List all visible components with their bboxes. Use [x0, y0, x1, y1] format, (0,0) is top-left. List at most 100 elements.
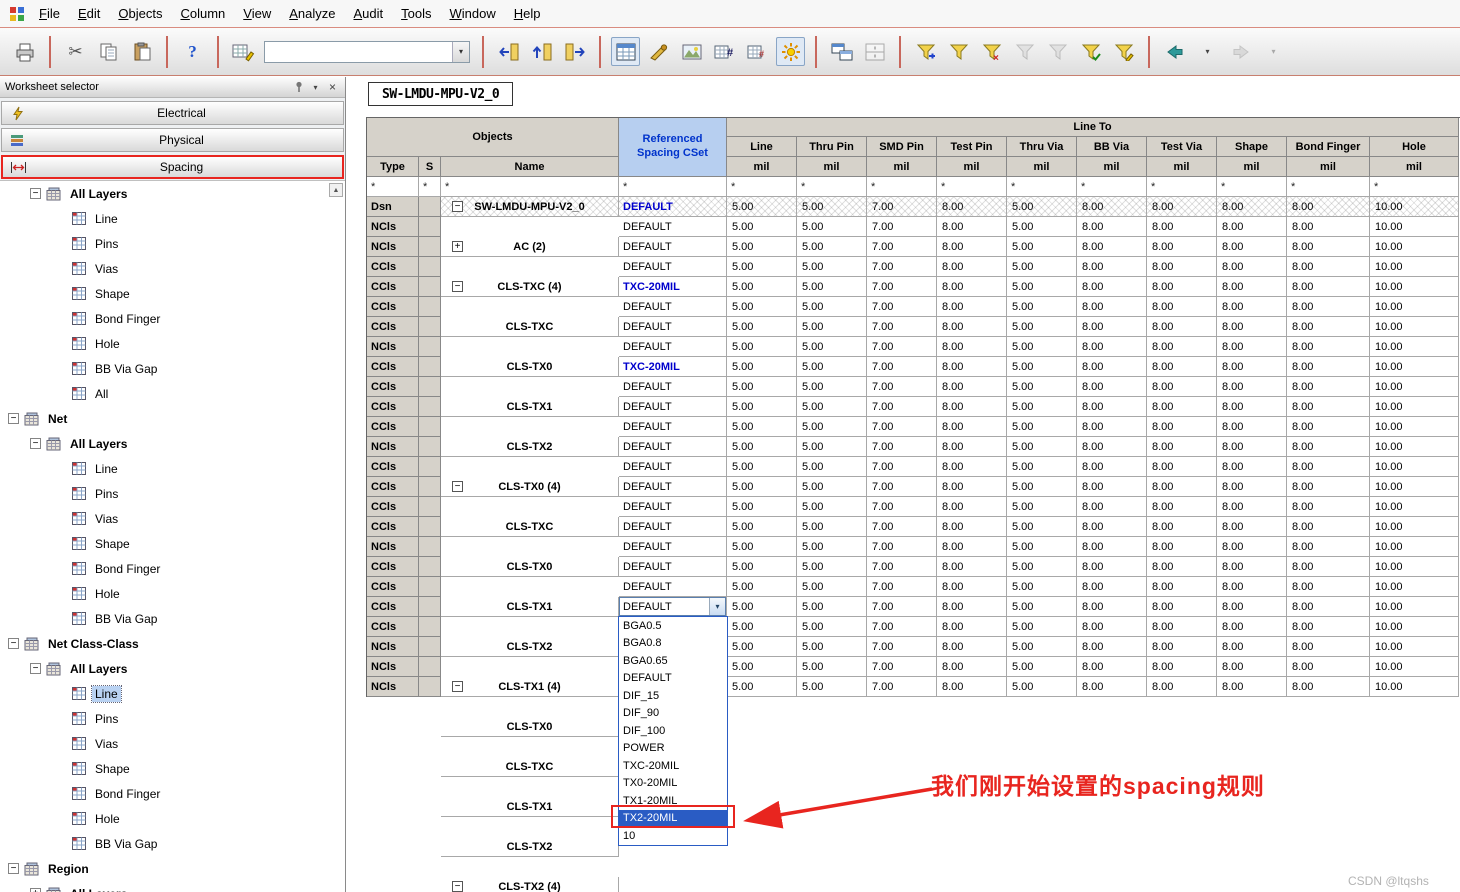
value-cell[interactable]: 5.00	[727, 397, 797, 417]
spacing-cset-cell[interactable]: DEFAULT	[619, 437, 727, 457]
menu-analyze[interactable]: Analyze	[280, 2, 344, 25]
value-cell[interactable]: 10.00	[1370, 577, 1459, 597]
value-cell[interactable]: 8.00	[1077, 377, 1147, 397]
name-cell[interactable]: CLS-TX2	[441, 837, 619, 857]
name-cell[interactable]: CLS-TX2	[441, 637, 619, 657]
name-cell[interactable]: −CLS-TX1 (4)	[441, 677, 619, 697]
value-cell[interactable]: 8.00	[1217, 497, 1287, 517]
filter-cell[interactable]: *	[1147, 177, 1217, 197]
value-cell[interactable]: 10.00	[1370, 617, 1459, 637]
spacing-cset-cell[interactable]: DEFAULT	[619, 537, 727, 557]
status-cell[interactable]	[419, 597, 441, 617]
value-cell[interactable]: 5.00	[797, 277, 867, 297]
value-cell[interactable]: 10.00	[1370, 277, 1459, 297]
name-cell[interactable]: −CLS-TX2 (4)	[441, 877, 619, 892]
filter-cell[interactable]: *	[619, 177, 727, 197]
value-cell[interactable]: 10.00	[1370, 677, 1459, 697]
value-cell[interactable]: 10.00	[1370, 217, 1459, 237]
value-cell[interactable]: 5.00	[797, 317, 867, 337]
value-cell[interactable]: 8.00	[1147, 577, 1217, 597]
value-cell[interactable]: 5.00	[797, 377, 867, 397]
dropdown-item-default[interactable]: DEFAULT	[619, 670, 727, 688]
value-cell[interactable]: 5.00	[797, 557, 867, 577]
value-cell[interactable]: 5.00	[727, 197, 797, 217]
value-cell[interactable]: 8.00	[937, 497, 1007, 517]
type-cell[interactable]: CCls	[367, 497, 419, 517]
value-cell[interactable]: 8.00	[1147, 197, 1217, 217]
value-cell[interactable]: 10.00	[1370, 517, 1459, 537]
name-cell[interactable]: −CLS-TXC (4)	[441, 277, 619, 297]
tree-node-shape[interactable]: Shape	[0, 756, 345, 781]
value-cell[interactable]: 8.00	[1217, 637, 1287, 657]
value-cell[interactable]: 8.00	[1077, 357, 1147, 377]
value-cell[interactable]: 7.00	[867, 657, 937, 677]
value-cell[interactable]: 10.00	[1370, 477, 1459, 497]
value-cell[interactable]: 8.00	[1217, 417, 1287, 437]
collapse-icon[interactable]: −	[452, 681, 463, 692]
value-cell[interactable]: 10.00	[1370, 197, 1459, 217]
filter-cell[interactable]: *	[1370, 177, 1459, 197]
type-cell[interactable]: Dsn	[367, 197, 419, 217]
type-cell[interactable]: CCls	[367, 417, 419, 437]
value-cell[interactable]: 8.00	[1147, 357, 1217, 377]
value-cell[interactable]: 5.00	[727, 317, 797, 337]
value-cell[interactable]: 5.00	[727, 457, 797, 477]
value-cell[interactable]: 8.00	[1077, 477, 1147, 497]
tree-node-net-class-class[interactable]: −Net Class-Class	[0, 631, 345, 656]
value-cell[interactable]: 8.00	[937, 577, 1007, 597]
value-cell[interactable]: 8.00	[1147, 297, 1217, 317]
value-cell[interactable]: 10.00	[1370, 337, 1459, 357]
status-cell[interactable]	[419, 377, 441, 397]
value-cell[interactable]: 8.00	[1147, 557, 1217, 577]
spacing-cset-cell[interactable]: DEFAULT	[619, 217, 727, 237]
value-cell[interactable]: 5.00	[727, 277, 797, 297]
value-cell[interactable]: 8.00	[1077, 337, 1147, 357]
spacing-cset-cell[interactable]: DEFAULT	[619, 577, 727, 597]
value-cell[interactable]: 8.00	[1147, 637, 1217, 657]
worksheet-search-combo[interactable]: ▾	[264, 41, 470, 63]
name-cell[interactable]: CLS-TXC	[441, 317, 619, 337]
spacing-cset-cell[interactable]: TXC-20MIL	[619, 357, 727, 377]
color-view-icon[interactable]	[677, 37, 706, 66]
value-cell[interactable]: 8.00	[1217, 657, 1287, 677]
value-cell[interactable]: 5.00	[727, 377, 797, 397]
spacing-cset-cell[interactable]: DEFAULT	[619, 517, 727, 537]
dropdown-item-tx0-20mil[interactable]: TX0-20MIL	[619, 775, 727, 793]
tree-node-vias[interactable]: Vias	[0, 256, 345, 281]
filter-cell[interactable]: *	[727, 177, 797, 197]
value-cell[interactable]: 8.00	[1287, 237, 1370, 257]
dropdown-item-bga0.5[interactable]: BGA0.5	[619, 617, 727, 635]
chevron-down-icon[interactable]: ▾	[308, 80, 323, 95]
value-cell[interactable]: 5.00	[727, 357, 797, 377]
filter-apply-icon[interactable]	[1076, 37, 1105, 66]
value-cell[interactable]: 8.00	[1077, 497, 1147, 517]
value-cell[interactable]: 8.00	[1217, 577, 1287, 597]
status-cell[interactable]	[419, 397, 441, 417]
value-cell[interactable]: 8.00	[1217, 317, 1287, 337]
show-numbers-icon[interactable]: #	[710, 37, 739, 66]
value-cell[interactable]: 5.00	[727, 557, 797, 577]
menu-column[interactable]: Column	[171, 2, 234, 25]
back-icon[interactable]	[1160, 37, 1189, 66]
value-cell[interactable]: 8.00	[1147, 337, 1217, 357]
analysis-tool-icon[interactable]	[644, 37, 673, 66]
value-cell[interactable]: 8.00	[1287, 257, 1370, 277]
value-cell[interactable]: 8.00	[1077, 657, 1147, 677]
value-cell[interactable]: 8.00	[937, 677, 1007, 697]
tree-node-pins[interactable]: Pins	[0, 481, 345, 506]
menu-audit[interactable]: Audit	[344, 2, 392, 25]
value-cell[interactable]: 8.00	[1287, 337, 1370, 357]
tree-node-all-layers[interactable]: −All Layers	[0, 656, 345, 681]
value-cell[interactable]: 8.00	[1217, 397, 1287, 417]
status-cell[interactable]	[419, 657, 441, 677]
menu-edit[interactable]: Edit	[69, 2, 109, 25]
pin-icon[interactable]	[291, 80, 306, 95]
value-cell[interactable]: 10.00	[1370, 297, 1459, 317]
type-cell[interactable]: CCls	[367, 297, 419, 317]
value-cell[interactable]: 10.00	[1370, 537, 1459, 557]
value-cell[interactable]: 8.00	[1147, 477, 1217, 497]
worksheet-prev-icon[interactable]	[494, 37, 523, 66]
swap-windows-icon[interactable]	[827, 37, 856, 66]
tree-node-bb-via-gap[interactable]: BB Via Gap	[0, 356, 345, 381]
status-cell[interactable]	[419, 457, 441, 477]
